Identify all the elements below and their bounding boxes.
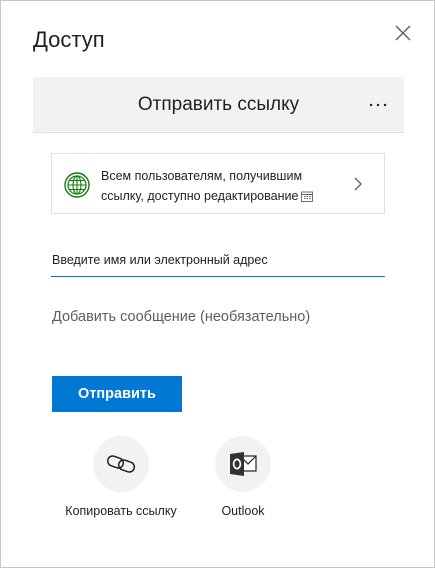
outlook-label: Outlook bbox=[221, 504, 265, 518]
copy-link-circle[interactable] bbox=[93, 436, 149, 492]
close-icon bbox=[395, 25, 411, 41]
copy-link-label: Копировать ссылку bbox=[65, 504, 177, 518]
outlook-action[interactable]: Outlook bbox=[183, 436, 303, 526]
send-link-title: Отправить ссылку bbox=[137, 94, 300, 115]
recipient-input[interactable] bbox=[51, 243, 385, 277]
chevron-right-icon bbox=[354, 177, 362, 191]
message-input[interactable] bbox=[51, 299, 385, 335]
outlook-icon bbox=[230, 452, 257, 476]
send-button[interactable]: Отправить bbox=[52, 376, 182, 412]
share-dialog: Доступ Отправить ссылку Всем пользовател… bbox=[0, 0, 435, 568]
copy-link-action[interactable]: Копировать ссылку bbox=[61, 436, 181, 526]
more-icon bbox=[369, 103, 387, 107]
link-settings-button[interactable]: Всем пользователям, получившим ссылку, д… bbox=[51, 153, 385, 214]
dialog-title: Доступ bbox=[33, 27, 105, 52]
close-button[interactable] bbox=[391, 21, 415, 45]
outlook-circle[interactable] bbox=[215, 436, 271, 492]
calendar-icon bbox=[301, 191, 314, 202]
globe-icon bbox=[64, 172, 90, 198]
permission-line-1: Всем пользователям, получившим bbox=[101, 169, 303, 183]
permission-description: Всем пользователям, получившим ссылку, д… bbox=[101, 166, 341, 206]
permission-line-2: ссылку, доступно редактирование bbox=[101, 189, 299, 203]
more-options-button[interactable] bbox=[366, 93, 390, 117]
link-icon bbox=[106, 455, 136, 473]
send-link-header: Отправить ссылку bbox=[33, 77, 404, 133]
